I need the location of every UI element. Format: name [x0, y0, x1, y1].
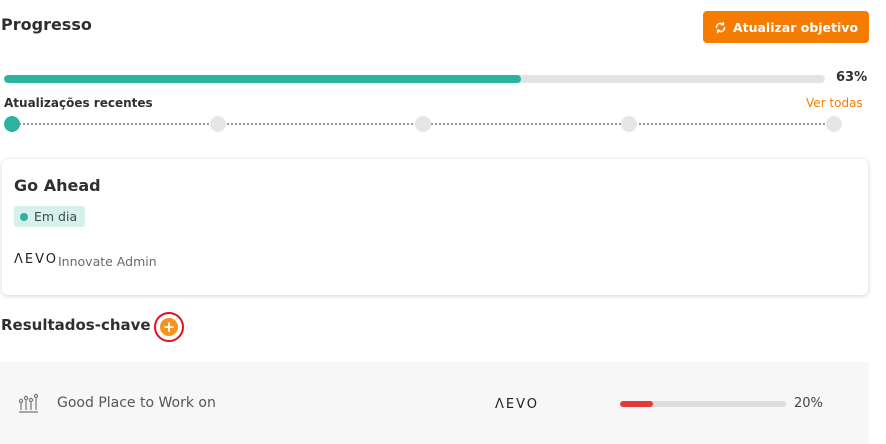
page-title: Progresso	[1, 15, 92, 34]
view-all-link[interactable]: Ver todas	[806, 96, 863, 110]
key-result-progress-bar	[620, 401, 786, 407]
progress-percent: 63%	[836, 70, 868, 85]
owner-logo: ΛEVO	[14, 252, 59, 267]
timeline-point[interactable]	[620, 116, 637, 132]
objective-title: Go Ahead	[14, 176, 101, 195]
add-key-result-highlight: +	[154, 312, 184, 342]
plus-icon[interactable]: +	[160, 318, 178, 336]
key-result-row[interactable]: Good Place to Work on ΛEVO 20%	[0, 362, 869, 444]
timeline-point[interactable]	[415, 116, 431, 132]
key-result-name: Good Place to Work on	[57, 395, 216, 411]
objective-card[interactable]: Go Ahead Em dia ΛEVO Innovate Admin	[2, 159, 868, 295]
update-objective-label: Atualizar objetivo	[732, 19, 859, 35]
key-results-title: Resultados-chave	[1, 316, 151, 334]
key-result-owner-logo: ΛEVO	[495, 397, 540, 412]
progress-bar	[4, 75, 825, 83]
refresh-icon	[715, 21, 726, 33]
owner-name: Innovate Admin	[58, 254, 157, 269]
timeline-point[interactable]	[826, 116, 842, 132]
timeline-point[interactable]	[4, 116, 20, 132]
timeline-point[interactable]	[209, 116, 226, 132]
recent-updates-label: Atualizações recentes	[4, 96, 153, 110]
key-result-progress-fill	[620, 401, 654, 407]
status-label: Em dia	[34, 209, 78, 224]
update-objective-button[interactable]: Atualizar objetivo	[703, 11, 869, 43]
chart-people-icon	[18, 393, 39, 413]
progress-bar-fill	[4, 75, 522, 83]
status-badge: Em dia	[14, 206, 86, 227]
status-dot-icon	[20, 212, 28, 221]
key-result-progress-percent: 20%	[794, 396, 823, 411]
